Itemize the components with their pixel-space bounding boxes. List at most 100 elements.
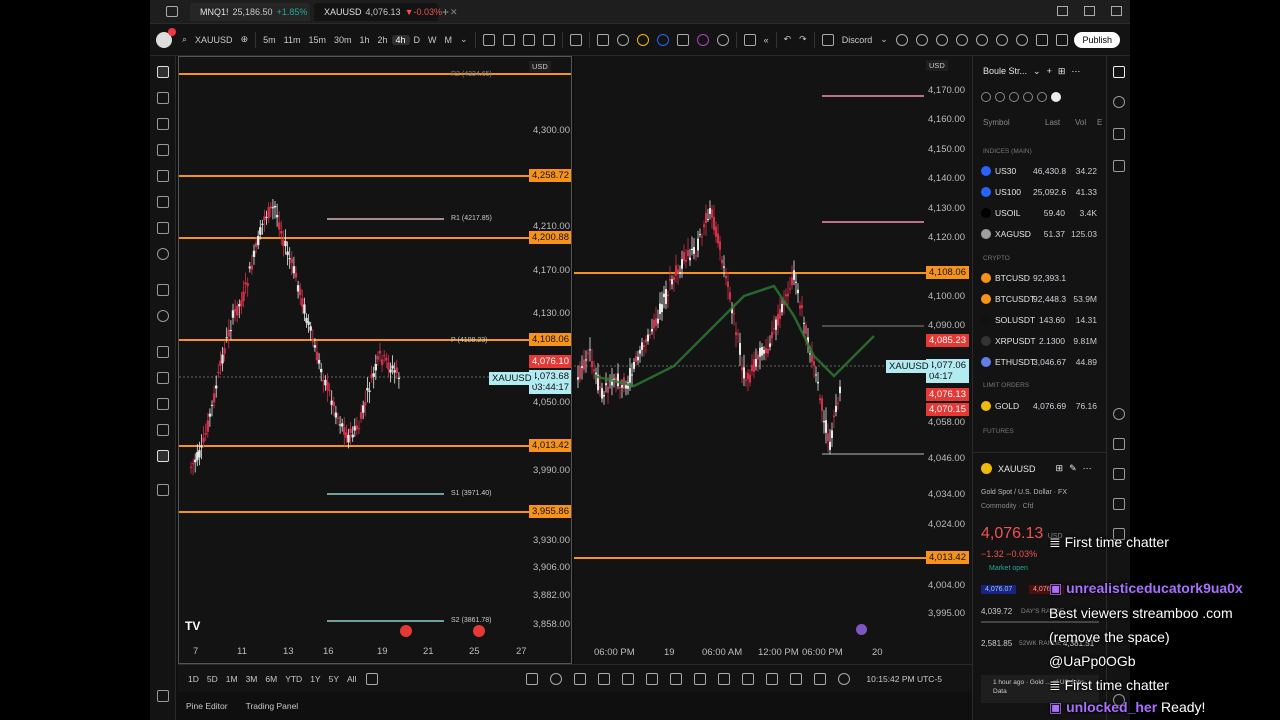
chevron-down-icon[interactable]: ⌄ <box>1033 66 1041 77</box>
pencil-icon[interactable] <box>676 33 689 46</box>
section-header[interactable]: LIMIT ORDERS <box>983 382 1029 389</box>
watchlist-name[interactable]: Boule Str... <box>983 66 1027 77</box>
goto-date-icon[interactable] <box>366 672 379 685</box>
close-tab-icon[interactable]: ✕ <box>450 7 458 18</box>
line-chart-icon[interactable] <box>522 33 535 46</box>
browser-tab-xauusd[interactable]: XAUUSD 4,076.13 ▼-0.03% ✕ <box>314 3 458 21</box>
fib-icon[interactable] <box>157 118 169 130</box>
target-icon[interactable] <box>1113 408 1125 420</box>
pine-editor-tab[interactable]: Pine Editor <box>186 701 228 711</box>
coin-icon[interactable] <box>915 33 928 46</box>
measure-icon[interactable] <box>766 672 779 685</box>
range-5y[interactable]: 5Y <box>325 674 343 684</box>
candle-type-icon[interactable] <box>482 33 495 46</box>
undo-icon[interactable]: ↶ <box>780 34 796 45</box>
interval-15m[interactable]: 15m <box>304 35 330 45</box>
flag-icon[interactable] <box>1037 92 1047 102</box>
layout-dropdown-icon[interactable]: ⌄ <box>876 34 892 45</box>
interval-w[interactable]: W <box>424 35 441 45</box>
coin-icon[interactable] <box>975 33 988 46</box>
watchlist-row[interactable]: US100 25,092.6 41.33 <box>973 182 1107 202</box>
range-1y[interactable]: 1Y <box>306 674 324 684</box>
grid-icon[interactable]: ⊞ <box>1056 463 1064 474</box>
watchlist-row[interactable]: BTCUSD 92,393.1 <box>973 268 1107 288</box>
line-icon[interactable] <box>790 672 803 685</box>
economic-event-icon[interactable] <box>473 625 485 637</box>
chart-canvas[interactable] <box>179 57 572 664</box>
text-icon[interactable] <box>157 222 169 234</box>
link-icon[interactable] <box>157 450 169 462</box>
coin-icon[interactable] <box>636 33 649 46</box>
indicators-icon[interactable] <box>569 33 582 46</box>
chat-icon[interactable] <box>1113 160 1125 172</box>
interval-11m[interactable]: 11m <box>280 35 305 45</box>
pattern-icon[interactable] <box>157 144 169 156</box>
watchlist-row[interactable]: SOLUSDT 143.60 14.31 <box>973 310 1107 330</box>
watchlist-row[interactable]: ETHUSDT 3,046.67 44.89 <box>973 352 1107 372</box>
flag-icon[interactable] <box>995 92 1005 102</box>
watchlist-row[interactable]: BTCUSDT 92,448.3 53.9M <box>973 289 1107 309</box>
zoom-icon[interactable] <box>157 310 169 322</box>
close-window-icon[interactable] <box>1111 6 1122 16</box>
candles-icon[interactable] <box>542 33 555 46</box>
clock-icon[interactable] <box>838 672 851 685</box>
crosshair-icon[interactable] <box>574 672 587 685</box>
interval-2h[interactable]: 2h <box>374 35 392 45</box>
new-tab-icon[interactable]: + <box>442 5 449 19</box>
coin-icon[interactable] <box>696 33 709 46</box>
camera-icon[interactable] <box>1055 33 1068 46</box>
section-header[interactable]: FUTURES <box>983 428 1014 435</box>
fullscreen-icon[interactable] <box>1035 33 1048 46</box>
ray-icon[interactable] <box>670 672 683 685</box>
ideas-icon[interactable] <box>1113 438 1125 450</box>
flag-icon[interactable] <box>981 92 991 102</box>
range-ytd[interactable]: YTD <box>281 674 306 684</box>
minimize-icon[interactable] <box>1084 6 1095 16</box>
restore-icon[interactable] <box>1057 6 1068 16</box>
ruler-icon[interactable] <box>157 284 169 296</box>
brush-icon[interactable] <box>157 196 169 208</box>
detail-symbol[interactable]: XAUUSD <box>998 464 1036 474</box>
object-tree-icon[interactable] <box>157 690 169 702</box>
economic-event-icon[interactable] <box>400 625 412 637</box>
cursor-icon[interactable] <box>550 672 563 685</box>
coin-icon[interactable] <box>716 33 729 46</box>
flag-icon[interactable] <box>1051 92 1061 102</box>
column-vol[interactable]: Vol <box>1075 118 1086 127</box>
section-header[interactable]: INDICES (MAIN) <box>983 148 1032 155</box>
channel-icon[interactable] <box>694 672 707 685</box>
column-extra[interactable]: E <box>1097 118 1102 127</box>
flag-icon[interactable] <box>1009 92 1019 102</box>
bid-box[interactable]: 4,076.07 <box>981 585 1017 594</box>
grid-icon[interactable] <box>742 672 755 685</box>
publish-button[interactable]: Publish <box>1074 31 1120 48</box>
watchlist-row[interactable]: US30 46,430.8 34.22 <box>973 161 1107 181</box>
browser-tab-mnq[interactable]: MNQ1! 25,186.50 +1.85% <box>190 3 310 21</box>
currency-selector[interactable]: USD <box>926 60 948 71</box>
fib-icon[interactable] <box>598 672 611 685</box>
magnet-icon[interactable] <box>157 346 169 358</box>
symbol-search[interactable]: XAUUSD <box>191 35 237 45</box>
interval-d[interactable]: D <box>410 35 425 45</box>
coin-icon[interactable] <box>955 33 968 46</box>
trendline-icon[interactable] <box>646 672 659 685</box>
alerts-icon[interactable] <box>1113 96 1125 108</box>
position-icon[interactable] <box>157 170 169 182</box>
range-all[interactable]: All <box>343 674 360 684</box>
range-6m[interactable]: 6M <box>261 674 281 684</box>
range-5d[interactable]: 5D <box>203 674 222 684</box>
interval-dropdown-icon[interactable]: ⌄ <box>456 34 472 45</box>
trading-panel-tab[interactable]: Trading Panel <box>246 701 299 711</box>
emoji-icon[interactable] <box>157 248 169 260</box>
watchlist-row[interactable]: XRPUSDT 2.1300 9.81M <box>973 331 1107 351</box>
tab-list-icon[interactable] <box>166 6 178 17</box>
range-3m[interactable]: 3M <box>242 674 262 684</box>
column-symbol[interactable]: Symbol <box>983 118 1010 127</box>
layout-icon[interactable] <box>596 33 609 46</box>
watchlist-icon[interactable] <box>1113 66 1125 78</box>
coin-icon[interactable] <box>935 33 948 46</box>
range-1m[interactable]: 1M <box>222 674 242 684</box>
gear-icon[interactable] <box>1015 33 1028 46</box>
flag-icon[interactable] <box>1023 92 1033 102</box>
compare-symbol-icon[interactable]: ⊕ <box>237 34 253 45</box>
